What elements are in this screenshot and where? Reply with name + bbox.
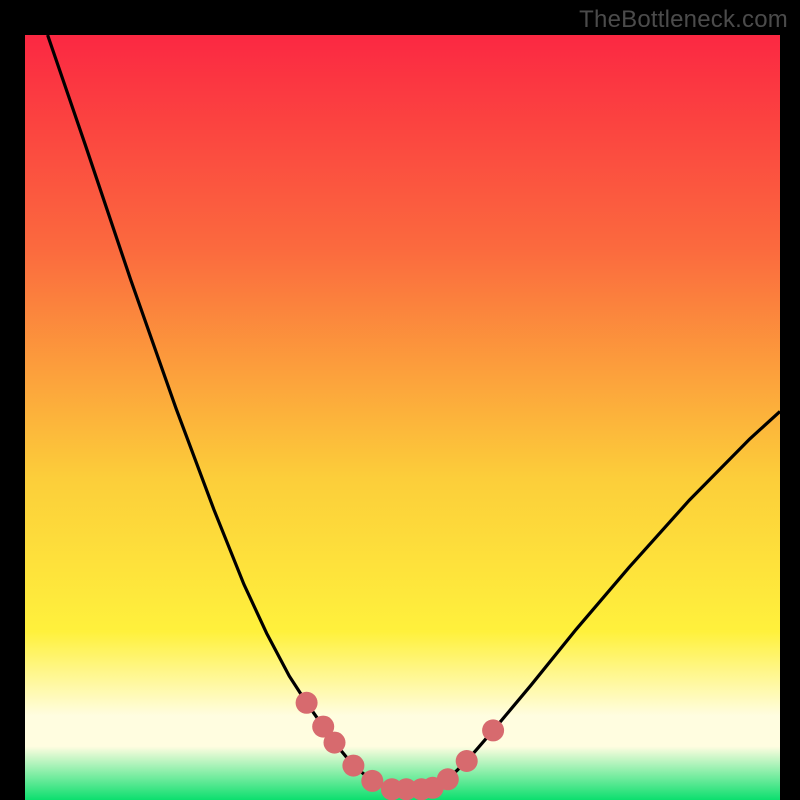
- marker-point: [342, 755, 364, 777]
- watermark-text: TheBottleneck.com: [579, 6, 788, 34]
- marker-point: [324, 732, 346, 754]
- marker-point: [437, 768, 459, 790]
- bottleneck-chart: [0, 0, 800, 800]
- chart-frame: TheBottleneck.com: [0, 0, 800, 800]
- marker-point: [296, 692, 318, 714]
- marker-point: [482, 719, 504, 741]
- plot-gradient-background: [25, 35, 780, 800]
- marker-point: [361, 770, 383, 792]
- marker-point: [456, 750, 478, 772]
